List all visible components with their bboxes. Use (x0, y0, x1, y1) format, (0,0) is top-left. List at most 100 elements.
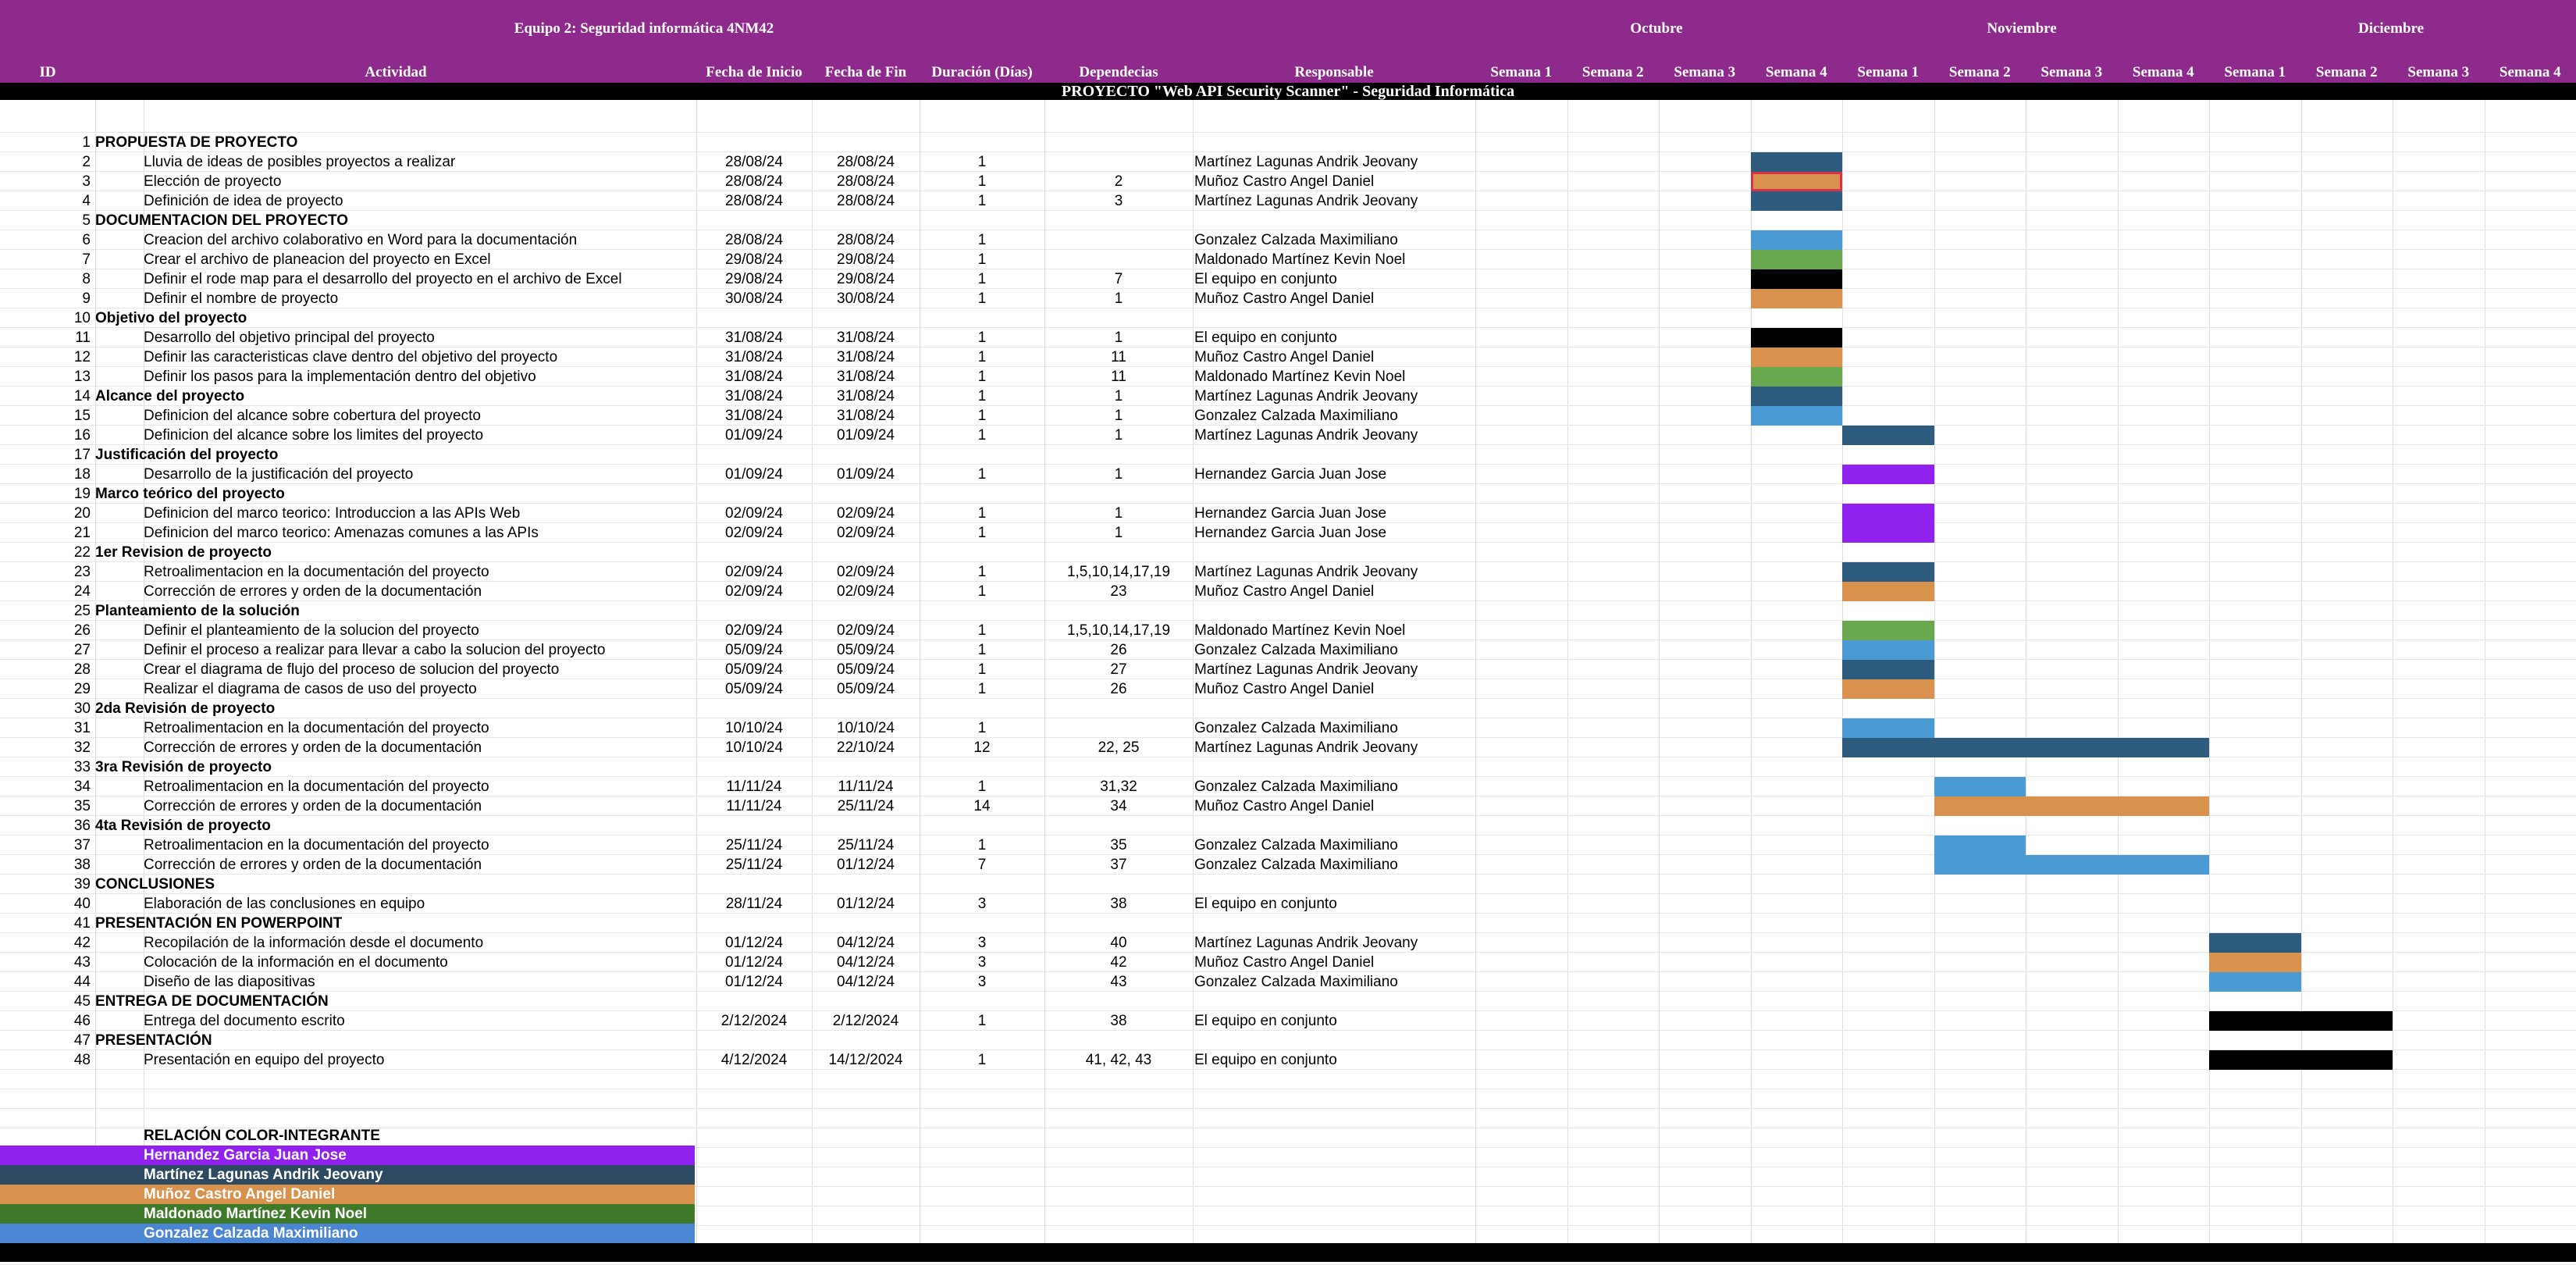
cell-duration[interactable]: 1 (920, 582, 1044, 601)
cell-responsible[interactable]: El equipo en conjunto (1194, 894, 1337, 914)
cell-end[interactable]: 29/08/24 (812, 250, 920, 269)
cell-deps[interactable]: 37 (1044, 855, 1193, 875)
cell-activity[interactable]: Diseño de las diapositivas (144, 972, 315, 992)
cell-deps[interactable]: 11 (1044, 367, 1193, 387)
week-header[interactable]: Semana 4 (1751, 64, 1843, 81)
cell-deps[interactable] (1044, 718, 1193, 738)
col-header-duration[interactable]: Duración (Días) (920, 64, 1044, 81)
cell-end[interactable]: 28/08/24 (812, 230, 920, 250)
cell-id[interactable]: 48 (0, 1050, 91, 1070)
col-header-id[interactable]: ID (0, 64, 95, 81)
gantt-bar[interactable] (1842, 504, 1934, 523)
cell-id[interactable]: 46 (0, 1011, 91, 1031)
cell-activity[interactable]: Crear el archivo de planeacion del proye… (144, 250, 491, 269)
cell-deps[interactable]: 1 (1044, 387, 1193, 406)
cell-id[interactable]: 33 (0, 757, 91, 777)
cell-responsible[interactable]: Martínez Lagunas Andrik Jeovany (1194, 191, 1418, 211)
cell-activity[interactable]: Definir el proceso a realizar para lleva… (144, 640, 605, 660)
cell-duration[interactable]: 14 (920, 796, 1044, 816)
cell-start[interactable]: 28/11/24 (696, 894, 812, 914)
cell-id[interactable]: 10 (0, 308, 91, 328)
gantt-bar[interactable] (1934, 796, 2210, 816)
cell-id[interactable]: 44 (0, 972, 91, 992)
cell-responsible[interactable]: Gonzalez Calzada Maximiliano (1194, 230, 1398, 250)
cell-start[interactable]: 05/09/24 (696, 679, 812, 699)
cell-id[interactable]: 16 (0, 426, 91, 445)
cell-end[interactable]: 31/08/24 (812, 387, 920, 406)
cell-activity[interactable]: Definir el rode map para el desarrollo d… (144, 269, 622, 289)
cell-duration[interactable]: 1 (920, 426, 1044, 445)
col-header-deps[interactable]: Dependecias (1044, 64, 1193, 81)
cell-end[interactable]: 2/12/2024 (812, 1011, 920, 1031)
cell-deps[interactable]: 1,5,10,14,17,19 (1044, 562, 1193, 582)
gantt-bar[interactable] (1842, 640, 1934, 660)
cell-start[interactable]: 05/09/24 (696, 640, 812, 660)
cell-activity[interactable]: Recopilación de la información desde el … (144, 933, 483, 953)
gantt-bar[interactable] (1934, 777, 2026, 796)
cell-start[interactable]: 29/08/24 (696, 250, 812, 269)
cell-deps[interactable]: 40 (1044, 933, 1193, 953)
cell-deps[interactable]: 42 (1044, 953, 1193, 972)
cell-id[interactable]: 30 (0, 699, 91, 718)
cell-duration[interactable]: 1 (920, 504, 1044, 523)
cell-start[interactable]: 25/11/24 (696, 836, 812, 855)
cell-id[interactable]: 37 (0, 836, 91, 855)
cell-activity[interactable]: Corrección de errores y orden de la docu… (144, 738, 482, 757)
week-header[interactable]: Semana 1 (1842, 64, 1934, 81)
cell-start[interactable]: 25/11/24 (696, 855, 812, 875)
cell-start[interactable]: 02/09/24 (696, 504, 812, 523)
cell-deps[interactable]: 1 (1044, 289, 1193, 308)
cell-duration[interactable]: 3 (920, 933, 1044, 953)
cell-activity[interactable]: Definir las caracteristicas clave dentro… (144, 347, 557, 367)
cell-id[interactable]: 19 (0, 484, 91, 504)
gantt-bar[interactable] (1842, 660, 1934, 679)
cell-activity[interactable]: 3ra Revisión de proyecto (95, 757, 272, 777)
gantt-bar[interactable] (1751, 172, 1843, 191)
cell-end[interactable]: 28/08/24 (812, 191, 920, 211)
cell-start[interactable]: 05/09/24 (696, 660, 812, 679)
cell-deps[interactable] (1044, 230, 1193, 250)
cell-id[interactable]: 18 (0, 465, 91, 484)
cell-responsible[interactable]: El equipo en conjunto (1194, 269, 1337, 289)
cell-end[interactable]: 29/08/24 (812, 269, 920, 289)
cell-deps[interactable]: 41, 42, 43 (1044, 1050, 1193, 1070)
cell-responsible[interactable]: Maldonado Martínez Kevin Noel (1194, 250, 1405, 269)
cell-responsible[interactable]: El equipo en conjunto (1194, 328, 1337, 347)
cell-duration[interactable]: 1 (920, 523, 1044, 543)
cell-activity[interactable]: 2da Revisión de proyecto (95, 699, 275, 718)
cell-duration[interactable]: 1 (920, 660, 1044, 679)
cell-id[interactable]: 28 (0, 660, 91, 679)
cell-id[interactable]: 20 (0, 504, 91, 523)
cell-id[interactable]: 43 (0, 953, 91, 972)
week-header[interactable]: Semana 3 (2393, 64, 2485, 81)
cell-end[interactable]: 28/08/24 (812, 172, 920, 191)
cell-id[interactable]: 34 (0, 777, 91, 796)
cell-end[interactable]: 10/10/24 (812, 718, 920, 738)
gantt-bar[interactable] (2209, 972, 2301, 992)
cell-end[interactable]: 14/12/2024 (812, 1050, 920, 1070)
cell-start[interactable]: 10/10/24 (696, 738, 812, 757)
cell-duration[interactable]: 1 (920, 328, 1044, 347)
cell-start[interactable]: 01/12/24 (696, 972, 812, 992)
cell-id[interactable]: 31 (0, 718, 91, 738)
cell-responsible[interactable]: El equipo en conjunto (1194, 1011, 1337, 1031)
cell-id[interactable]: 13 (0, 367, 91, 387)
cell-id[interactable]: 2 (0, 152, 91, 172)
gantt-bar[interactable] (1842, 621, 1934, 640)
gantt-bar[interactable] (1751, 406, 1843, 426)
cell-activity[interactable]: Retroalimentacion en la documentación de… (144, 836, 489, 855)
cell-responsible[interactable]: El equipo en conjunto (1194, 1050, 1337, 1070)
cell-responsible[interactable]: Martínez Lagunas Andrik Jeovany (1194, 387, 1418, 406)
cell-activity[interactable]: Definicion del alcance sobre cobertura d… (144, 406, 481, 426)
gantt-bar[interactable] (1751, 289, 1843, 308)
gantt-bar[interactable] (1842, 465, 1934, 484)
cell-deps[interactable]: 26 (1044, 640, 1193, 660)
cell-duration[interactable]: 3 (920, 894, 1044, 914)
cell-activity[interactable]: 1er Revision de proyecto (95, 543, 272, 562)
cell-end[interactable]: 02/09/24 (812, 621, 920, 640)
cell-end[interactable]: 30/08/24 (812, 289, 920, 308)
cell-deps[interactable]: 23 (1044, 582, 1193, 601)
cell-responsible[interactable]: Muñoz Castro Angel Daniel (1194, 796, 1374, 816)
cell-id[interactable]: 21 (0, 523, 91, 543)
cell-responsible[interactable]: Gonzalez Calzada Maximiliano (1194, 855, 1398, 875)
